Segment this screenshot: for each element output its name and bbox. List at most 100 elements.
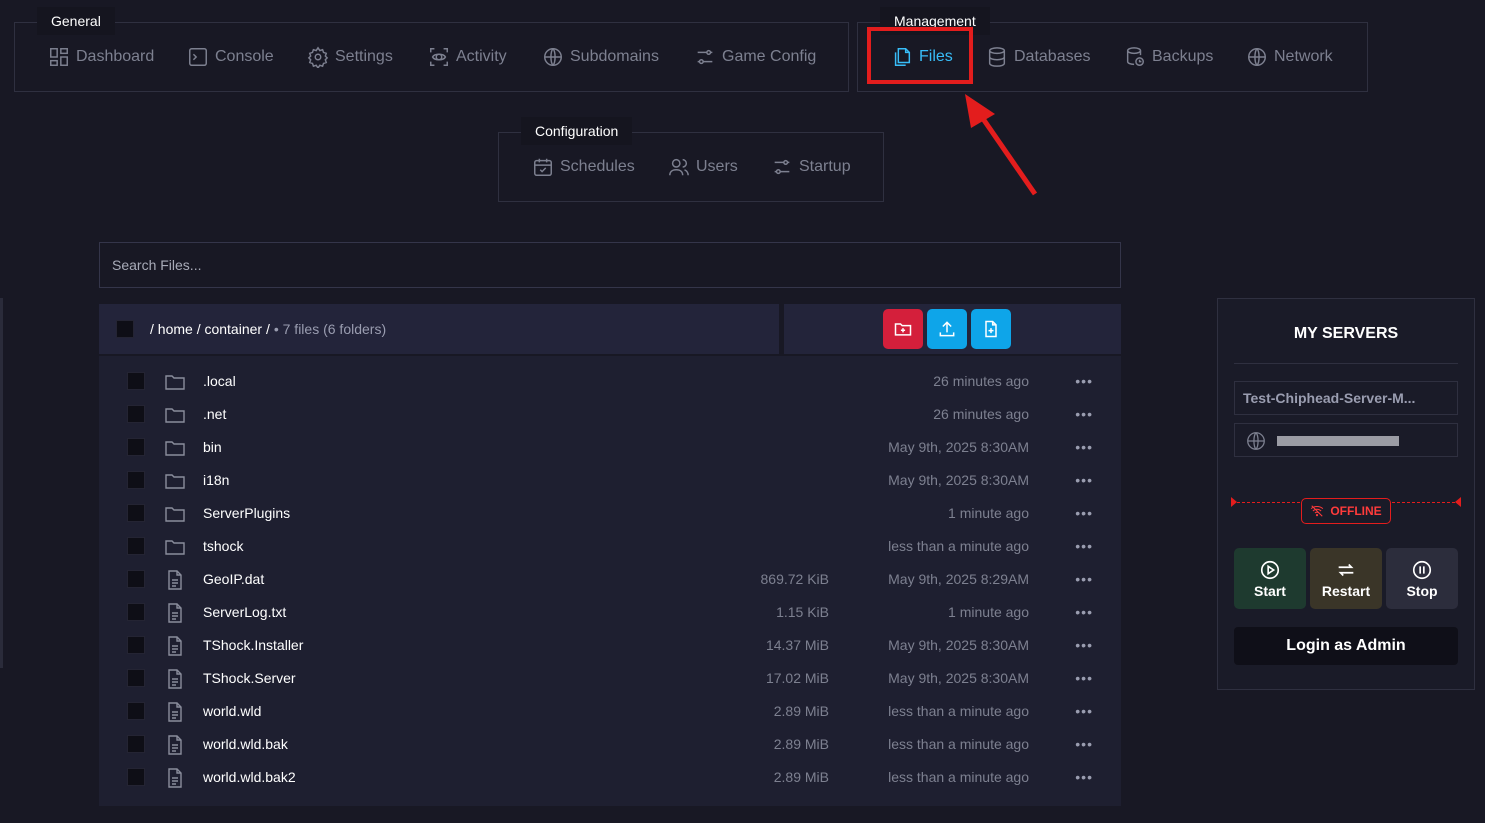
row-checkbox[interactable] (127, 603, 145, 621)
file-icon (168, 669, 182, 689)
restart-button[interactable]: Restart (1310, 548, 1382, 609)
folder-icon (165, 540, 185, 555)
nav-item-schedules[interactable]: Schedules (532, 133, 635, 201)
pause-icon (1412, 560, 1432, 579)
sliders-icon (697, 49, 713, 65)
file-name[interactable]: ServerLog.txt (203, 604, 286, 620)
row-menu-button[interactable]: ••• (1075, 406, 1093, 422)
file-name[interactable]: .net (203, 406, 226, 422)
nav-label: Databases (1014, 48, 1091, 65)
folder-icon (165, 408, 185, 423)
file-size: 17.02 MiB (765, 670, 829, 686)
nav-item-network[interactable]: Network (1246, 23, 1333, 91)
file-size: 14.37 MiB (765, 637, 829, 653)
nav-item-backups[interactable]: Backups (1124, 23, 1213, 91)
table-row[interactable]: TShock.Server 17.02 MiB May 9th, 2025 8:30… (99, 662, 1121, 695)
row-checkbox[interactable] (127, 669, 145, 687)
row-menu-button[interactable]: ••• (1075, 769, 1093, 785)
row-menu-button[interactable]: ••• (1075, 637, 1093, 653)
row-checkbox[interactable] (127, 471, 145, 489)
row-checkbox[interactable] (127, 537, 145, 555)
table-row[interactable]: .net 26 minutes ago ••• (99, 398, 1121, 431)
table-row[interactable]: TShock.Installer 14.37 MiB May 9th, 2025 8… (99, 629, 1121, 662)
divider (1234, 363, 1458, 364)
file-name[interactable]: TShock.Installer (203, 637, 303, 653)
nav-item-game-config[interactable]: Game Config (694, 23, 816, 91)
button-label: Restart (1321, 582, 1371, 599)
my-servers-panel: MY SERVERS Test-Chiphead-Server-M... OFF… (1217, 298, 1475, 690)
row-menu-button[interactable]: ••• (1075, 472, 1093, 488)
file-name[interactable]: tshock (203, 538, 243, 554)
table-row[interactable]: world.wld.bak 2.89 MiB less than a minute … (99, 728, 1121, 761)
nav-item-settings[interactable]: Settings (307, 23, 393, 91)
upload-button[interactable] (927, 309, 967, 349)
search-files-input[interactable] (99, 242, 1121, 288)
file-name[interactable]: world.wld.bak (203, 736, 288, 752)
new-file-button[interactable] (971, 309, 1011, 349)
folder-icon (165, 474, 185, 489)
file-modified: May 9th, 2025 8:30AM (888, 670, 1029, 686)
file-size: 2.89 MiB (773, 769, 829, 785)
nav-label: Activity (456, 48, 507, 65)
new-folder-button[interactable] (883, 309, 923, 349)
row-checkbox[interactable] (127, 504, 145, 522)
nav-item-dashboard[interactable]: Dashboard (48, 23, 154, 91)
file-name[interactable]: i18n (203, 472, 229, 488)
stop-button[interactable]: Stop (1386, 548, 1458, 609)
nav-item-startup[interactable]: Startup (771, 133, 851, 201)
table-row[interactable]: world.wld.bak2 2.89 MiB less than a minute… (99, 761, 1121, 794)
nav-label: Subdomains (570, 48, 659, 65)
row-checkbox[interactable] (127, 438, 145, 456)
file-modified: May 9th, 2025 8:30AM (888, 472, 1029, 488)
row-checkbox[interactable] (127, 735, 145, 753)
table-row[interactable]: bin May 9th, 2025 8:30AM ••• (99, 431, 1121, 464)
row-checkbox[interactable] (127, 636, 145, 654)
select-all-checkbox[interactable] (116, 320, 134, 338)
table-row[interactable]: world.wld 2.89 MiB less than a minute ago •… (99, 695, 1121, 728)
table-row[interactable]: ServerLog.txt 1.15 KiB 1 minute ago ••• (99, 596, 1121, 629)
row-menu-button[interactable]: ••• (1075, 604, 1093, 620)
file-modified: less than a minute ago (888, 703, 1029, 719)
row-menu-button[interactable]: ••• (1075, 670, 1093, 686)
nav-item-console[interactable]: Console (187, 23, 274, 91)
nav-item-subdomains[interactable]: Subdomains (542, 23, 659, 91)
nav-item-activity[interactable]: Activity (428, 23, 507, 91)
row-menu-button[interactable]: ••• (1075, 538, 1093, 554)
table-row[interactable]: ServerPlugins 1 minute ago ••• (99, 497, 1121, 530)
row-menu-button[interactable]: ••• (1075, 703, 1093, 719)
file-size: 2.89 MiB (773, 703, 829, 719)
file-name[interactable]: bin (203, 439, 222, 455)
file-name[interactable]: GeoIP.dat (203, 571, 264, 587)
table-row[interactable]: .local 26 minutes ago ••• (99, 365, 1121, 398)
row-checkbox[interactable] (127, 372, 145, 390)
status-marker-right (1455, 497, 1461, 507)
table-row[interactable]: i18n May 9th, 2025 8:30AM ••• (99, 464, 1121, 497)
row-menu-button[interactable]: ••• (1075, 571, 1093, 587)
row-checkbox[interactable] (127, 768, 145, 786)
row-checkbox[interactable] (127, 405, 145, 423)
file-name[interactable]: world.wld.bak2 (203, 769, 296, 785)
table-row[interactable]: tshock less than a minute ago ••• (99, 530, 1121, 563)
login-as-admin-button[interactable]: Login as Admin (1234, 627, 1458, 665)
row-checkbox[interactable] (127, 570, 145, 588)
nav-item-databases[interactable]: Databases (986, 23, 1091, 91)
start-button[interactable]: Start (1234, 548, 1306, 609)
file-name[interactable]: world.wld (203, 703, 261, 719)
row-menu-button[interactable]: ••• (1075, 373, 1093, 389)
nav-item-users[interactable]: Users (668, 133, 738, 201)
file-name[interactable]: TShock.Server (203, 670, 296, 686)
file-name[interactable]: ServerPlugins (203, 505, 290, 521)
row-menu-button[interactable]: ••• (1075, 736, 1093, 752)
row-checkbox[interactable] (127, 702, 145, 720)
row-menu-button[interactable]: ••• (1075, 439, 1093, 455)
server-name[interactable]: Test-Chiphead-Server-M... (1234, 381, 1458, 415)
breadcrumb[interactable]: / home / container / (150, 321, 270, 337)
globe-icon (544, 48, 562, 66)
nav-label: Game Config (722, 48, 817, 65)
server-address[interactable] (1234, 423, 1458, 457)
file-modified: May 9th, 2025 8:30AM (888, 439, 1029, 455)
row-menu-button[interactable]: ••• (1075, 505, 1093, 521)
folder-icon (165, 507, 185, 522)
table-row[interactable]: GeoIP.dat 869.72 KiB May 9th, 2025 8:29AM •… (99, 563, 1121, 596)
file-name[interactable]: .local (203, 373, 236, 389)
